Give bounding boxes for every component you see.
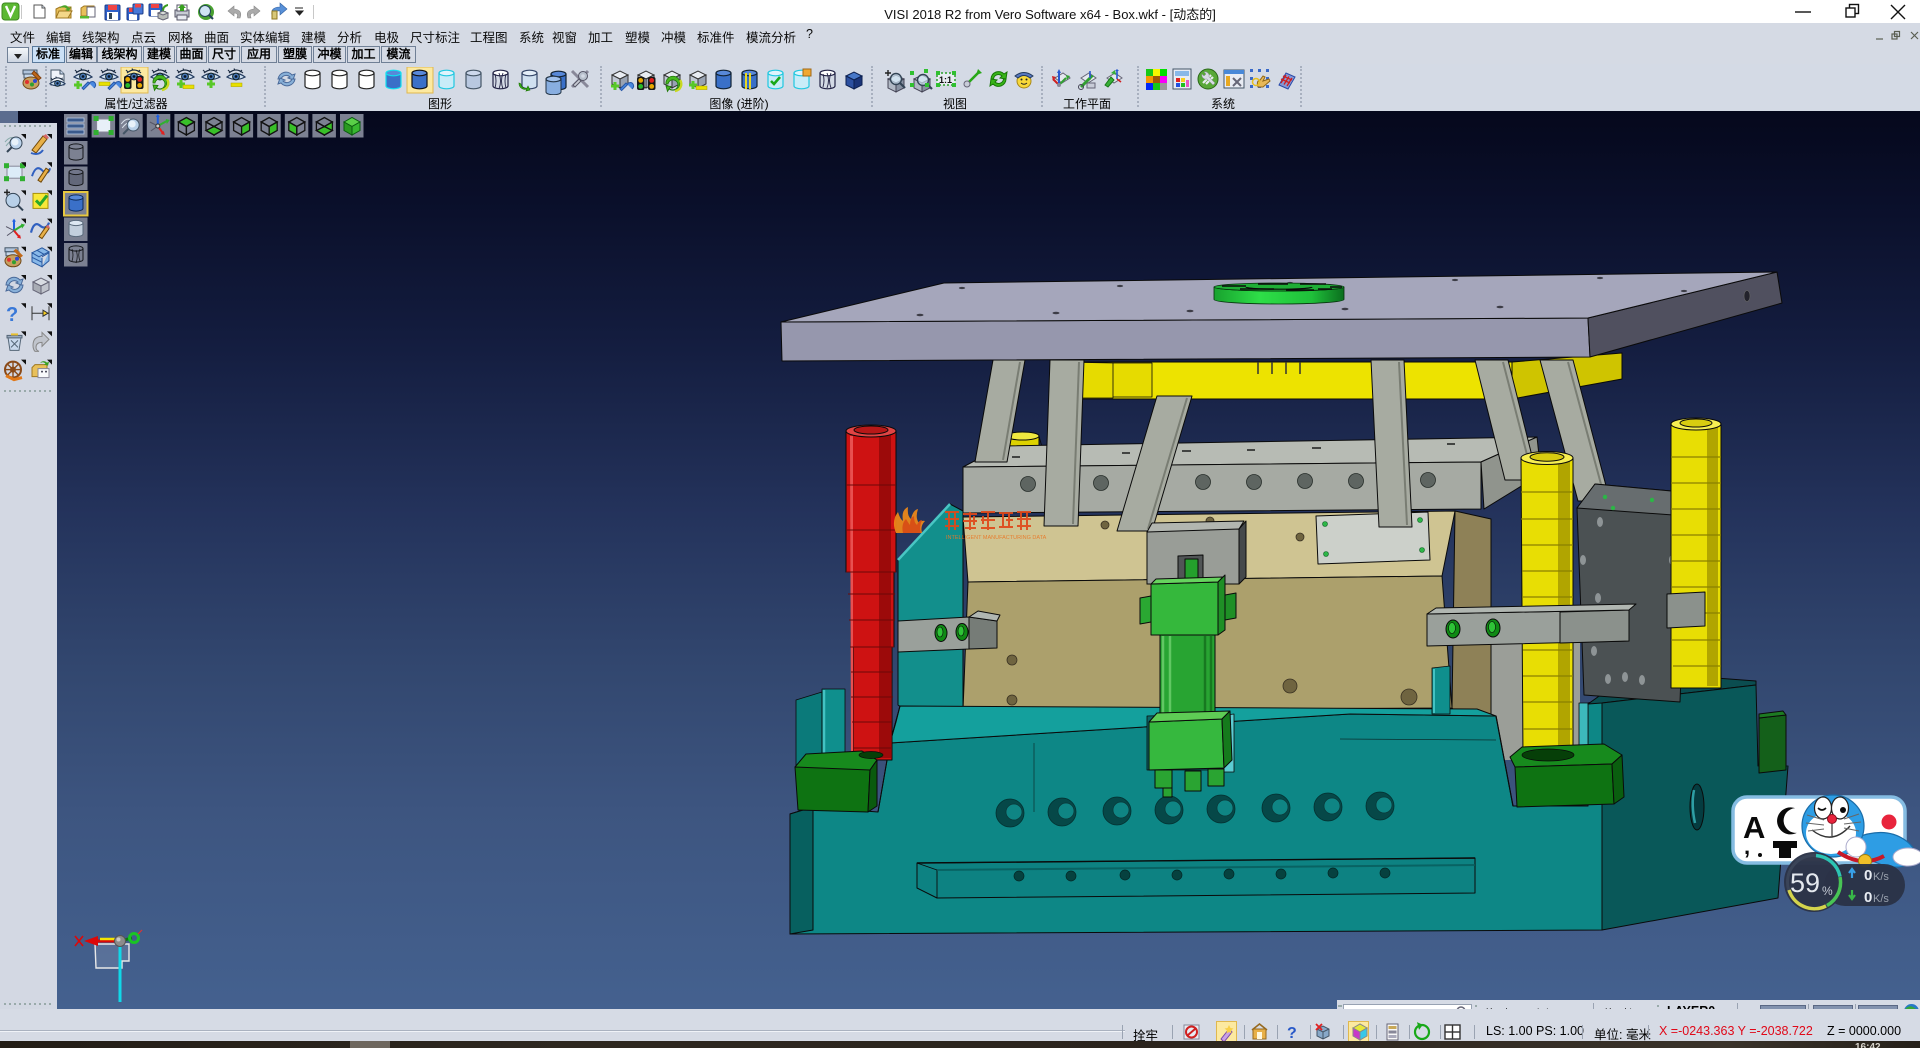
svg-text:0: 0 [1864, 867, 1872, 884]
svg-text:,: , [1744, 834, 1750, 859]
svg-text:K/s: K/s [1873, 893, 1889, 905]
svg-text:?: ? [6, 304, 18, 326]
svg-text:K/s: K/s [1873, 871, 1889, 883]
svg-text:%: % [1822, 884, 1833, 898]
svg-text:0: 0 [1864, 889, 1872, 906]
svg-text:INTELLIGENT MANUFACTURING DATA: INTELLIGENT MANUFACTURING DATA [946, 535, 1047, 541]
svg-text:1:1: 1:1 [939, 75, 952, 85]
svg-text:59: 59 [1790, 868, 1820, 898]
svg-text:?: ? [1287, 1025, 1297, 1042]
